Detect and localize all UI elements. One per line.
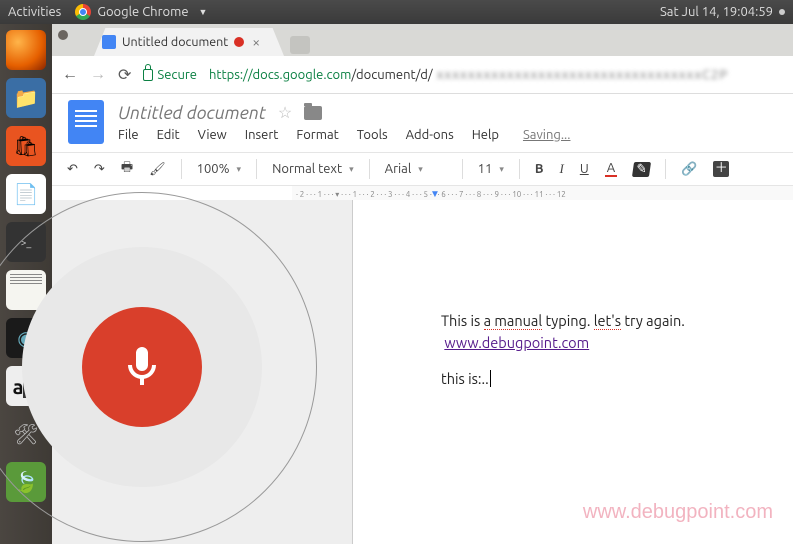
- forward-button[interactable]: →: [90, 65, 106, 84]
- voice-typing-widget[interactable]: [0, 192, 317, 542]
- bold-button[interactable]: B: [530, 159, 549, 179]
- close-tab-icon[interactable]: ×: [252, 34, 260, 50]
- zoom-select[interactable]: 100%: [192, 159, 246, 179]
- italic-button[interactable]: I: [554, 158, 568, 180]
- menu-insert[interactable]: Insert: [245, 128, 279, 142]
- insert-link-button[interactable]: 🔗: [676, 159, 702, 180]
- text-color-button[interactable]: A: [600, 158, 622, 180]
- window-controls[interactable]: [58, 30, 68, 40]
- lock-icon: [143, 69, 153, 81]
- paint-format-button[interactable]: 🖌: [144, 159, 171, 180]
- activities-button[interactable]: Activities: [8, 5, 61, 19]
- status-dot-icon: [779, 9, 785, 15]
- indent-marker-icon[interactable]: ▼: [430, 188, 440, 200]
- document-body[interactable]: This is a manual typing. let's try again…: [441, 310, 793, 389]
- clock[interactable]: Sat Jul 14, 19:04:59: [660, 5, 773, 19]
- menu-tools[interactable]: Tools: [357, 128, 388, 142]
- google-docs-logo-icon[interactable]: [68, 100, 104, 144]
- firefox-launcher[interactable]: [6, 30, 46, 70]
- menu-format[interactable]: Format: [296, 128, 338, 142]
- active-app-indicator[interactable]: Google Chrome▼: [75, 4, 207, 20]
- paragraph-style-select[interactable]: Normal text: [267, 159, 359, 179]
- files-launcher[interactable]: 📁: [6, 78, 46, 118]
- undo-button[interactable]: ↶: [62, 159, 83, 180]
- formatting-toolbar: ↶ ↷ 🖶 🖌 100% Normal text Arial 11 B I U …: [52, 152, 793, 186]
- menu-file[interactable]: File: [118, 128, 139, 142]
- insert-comment-button[interactable]: ＋: [708, 158, 734, 180]
- voice-record-button[interactable]: [82, 307, 202, 427]
- system-top-bar: Activities Google Chrome▼ Sat Jul 14, 19…: [0, 0, 793, 24]
- chrome-icon: [75, 4, 91, 20]
- font-size-select[interactable]: 11: [473, 159, 509, 179]
- menu-bar: File Edit View Insert Format Tools Add-o…: [118, 128, 570, 142]
- browser-tab[interactable]: Untitled document ×: [94, 28, 284, 56]
- move-folder-icon[interactable]: [304, 106, 322, 120]
- font-select[interactable]: Arial: [380, 159, 452, 179]
- back-button[interactable]: ←: [62, 65, 78, 84]
- toolbar-navigation: ← → ⟳ Secure https://docs.google.com/doc…: [52, 56, 793, 94]
- tab-strip: Untitled document ×: [52, 24, 793, 56]
- new-tab-button[interactable]: [290, 36, 310, 54]
- saving-status: Saving...: [523, 128, 571, 142]
- star-icon[interactable]: ☆: [278, 103, 292, 122]
- microphone-icon: [118, 343, 166, 391]
- menu-help[interactable]: Help: [472, 128, 499, 142]
- tab-title: Untitled document: [122, 35, 228, 49]
- docs-header: Untitled document ☆ File Edit View Inser…: [52, 94, 793, 144]
- address-bar[interactable]: https://docs.google.com/document/d/xxxxx…: [209, 68, 728, 82]
- menu-addons[interactable]: Add-ons: [406, 128, 454, 142]
- text-cursor: [489, 370, 491, 387]
- menu-view[interactable]: View: [198, 128, 227, 142]
- chrome-window: Untitled document × ← → ⟳ Secure https:/…: [52, 24, 793, 544]
- document-page[interactable]: This is a manual typing. let's try again…: [352, 200, 793, 544]
- software-center-launcher[interactable]: 🛍: [6, 126, 46, 166]
- docs-favicon-icon: [102, 35, 116, 49]
- menu-edit[interactable]: Edit: [157, 128, 180, 142]
- document-title[interactable]: Untitled document: [118, 103, 266, 123]
- recording-indicator-icon: [234, 37, 244, 47]
- highlight-button[interactable]: ✎: [628, 159, 655, 180]
- site-security-indicator[interactable]: Secure: [143, 68, 197, 82]
- underline-button[interactable]: U: [575, 159, 594, 179]
- document-link[interactable]: www.debugpoint.com: [444, 334, 589, 351]
- reload-button[interactable]: ⟳: [118, 65, 131, 84]
- watermark: www.debugpoint.com: [583, 501, 773, 524]
- redo-button[interactable]: ↷: [89, 159, 110, 180]
- print-button[interactable]: 🖶: [116, 155, 138, 183]
